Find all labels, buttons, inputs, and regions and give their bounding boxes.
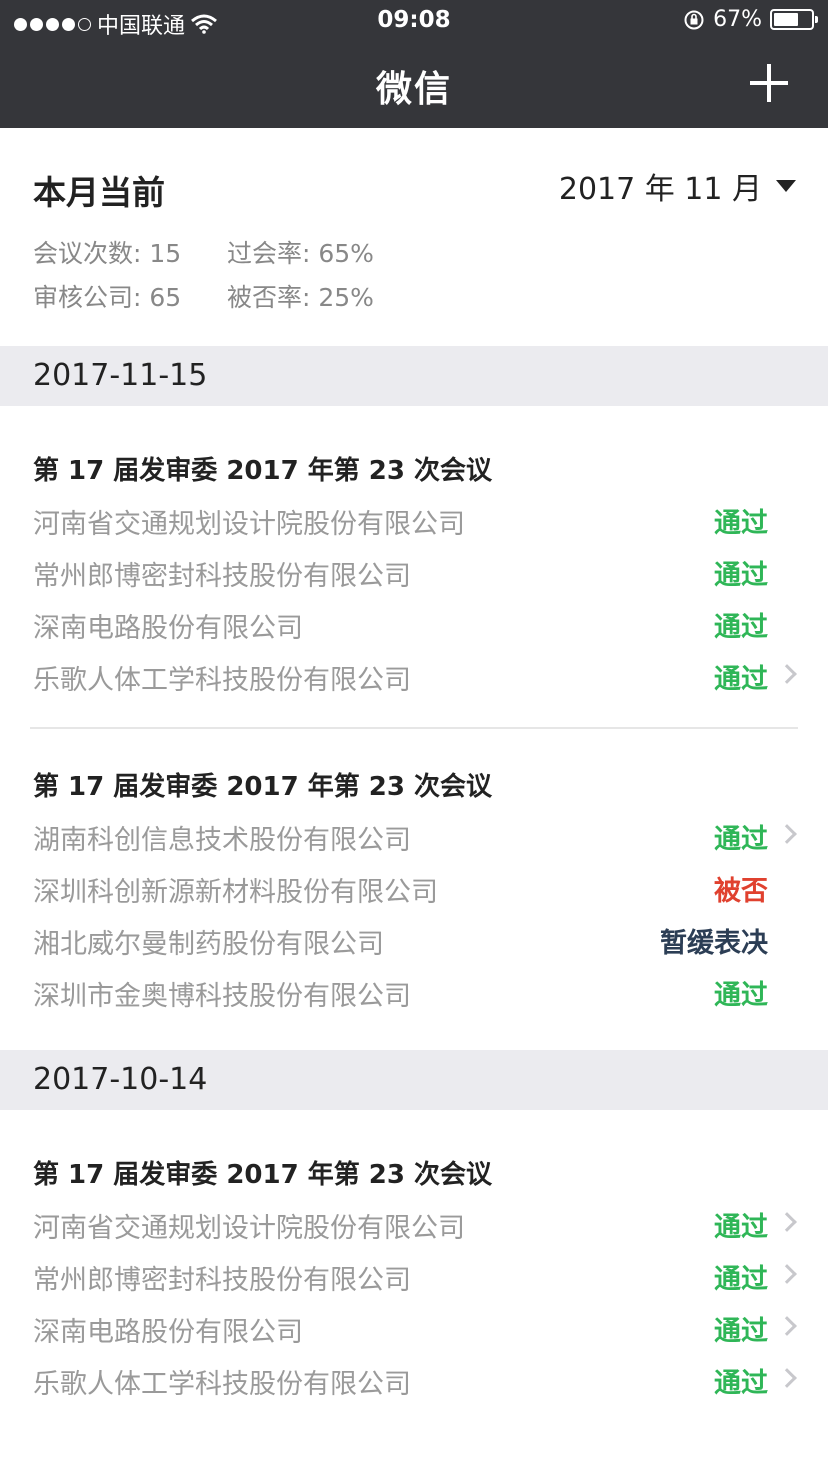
meeting-title: 第 17 届发审委 2017 年第 23 次会议 (33, 772, 493, 802)
battery-icon (770, 9, 818, 30)
chevron-right-icon (777, 664, 797, 684)
company-name: 深南电路股份有限公司 (33, 613, 303, 644)
divider (30, 727, 798, 729)
list-item[interactable]: 河南省交通规划设计院股份有限公司 通过 (0, 494, 828, 546)
page-title: 微信 (375, 69, 452, 110)
result-badge: 通过 (714, 1264, 768, 1295)
meeting-title: 第 17 届发审委 2017 年第 23 次会议 (33, 1160, 493, 1190)
result-badge: 通过 (714, 1212, 768, 1243)
result-badge: 通过 (714, 1316, 768, 1347)
company-name: 深圳科创新源新材料股份有限公司 (33, 877, 438, 908)
plus-icon[interactable] (750, 64, 788, 102)
month-label: 2017 年 11 月 (558, 172, 762, 207)
list-item[interactable]: 深圳科创新源新材料股份有限公司 被否 (0, 862, 828, 914)
company-name: 湘北威尔曼制药股份有限公司 (33, 929, 384, 960)
chevron-right-icon (777, 1316, 797, 1336)
chevron-right-icon (777, 824, 797, 844)
list-item[interactable]: 常州郎博密封科技股份有限公司 通过 (0, 1250, 828, 1302)
company-name: 湖南科创信息技术股份有限公司 (33, 825, 411, 856)
list-item[interactable]: 深南电路股份有限公司 通过 (0, 1302, 828, 1354)
company-name: 河南省交通规划设计院股份有限公司 (33, 1213, 465, 1244)
result-badge: 通过 (714, 824, 768, 855)
company-name: 常州郎博密封科技股份有限公司 (33, 1265, 411, 1296)
caret-down-icon (776, 180, 796, 192)
chevron-right-icon (777, 1264, 797, 1284)
list-item[interactable]: 湖南科创信息技术股份有限公司 通过 (0, 810, 828, 862)
result-badge: 暂缓表决 (660, 928, 768, 959)
list-item[interactable]: 深圳市金奥博科技股份有限公司 通过 (0, 966, 828, 1018)
result-badge: 通过 (714, 508, 768, 539)
chevron-right-icon (777, 1212, 797, 1232)
meeting-count: 会议次数: 15 (33, 239, 182, 268)
result-badge: 通过 (714, 1368, 768, 1399)
summary-title: 本月当前 (33, 173, 165, 212)
company-name: 乐歌人体工学科技股份有限公司 (33, 665, 411, 696)
status-right: 67% (683, 7, 818, 32)
battery-level (774, 13, 799, 26)
reject-rate: 被否率: 25% (226, 283, 374, 312)
date-header: 2017-11-15 (0, 346, 828, 406)
pass-rate: 过会率: 65% (226, 239, 374, 268)
stats-row-1: 会议次数: 15 过会率: 65% (33, 234, 374, 270)
list-item[interactable]: 乐歌人体工学科技股份有限公司 通过 (0, 1354, 828, 1406)
list-item[interactable]: 乐歌人体工学科技股份有限公司 通过 (0, 650, 828, 702)
stats-row-2: 审核公司: 65 被否率: 25% (33, 278, 374, 314)
result-badge: 被否 (714, 876, 768, 907)
date-header: 2017-10-14 (0, 1050, 828, 1110)
list-item[interactable]: 湘北威尔曼制药股份有限公司 暂缓表决 (0, 914, 828, 966)
list-item[interactable]: 常州郎博密封科技股份有限公司 通过 (0, 546, 828, 598)
rotation-lock-icon (684, 10, 704, 29)
month-selector[interactable]: 2017 年 11 月 (559, 164, 796, 208)
meeting-title: 第 17 届发审委 2017 年第 23 次会议 (33, 456, 493, 486)
company-name: 乐歌人体工学科技股份有限公司 (33, 1369, 411, 1400)
result-badge: 通过 (714, 560, 768, 591)
result-badge: 通过 (714, 612, 768, 643)
company-count: 审核公司: 65 (33, 283, 182, 312)
chevron-right-icon (777, 1368, 797, 1388)
result-badge: 通过 (714, 664, 768, 695)
list-item[interactable]: 深南电路股份有限公司 通过 (0, 598, 828, 650)
battery-percent: 67% (713, 7, 762, 32)
result-badge: 通过 (714, 980, 768, 1011)
monthly-summary: 本月当前 2017 年 11 月 会议次数: 15 过会率: 65% 审核公司:… (0, 128, 828, 346)
company-name: 深南电路股份有限公司 (33, 1317, 303, 1348)
company-name: 常州郎博密封科技股份有限公司 (33, 561, 411, 592)
top-bar: 中国联通 09:08 67% 微信 (0, 0, 828, 128)
company-name: 河南省交通规划设计院股份有限公司 (33, 509, 465, 540)
status-bar: 中国联通 09:08 67% (0, 0, 828, 42)
company-name: 深圳市金奥博科技股份有限公司 (33, 981, 411, 1012)
list-item[interactable]: 河南省交通规划设计院股份有限公司 通过 (0, 1198, 828, 1250)
